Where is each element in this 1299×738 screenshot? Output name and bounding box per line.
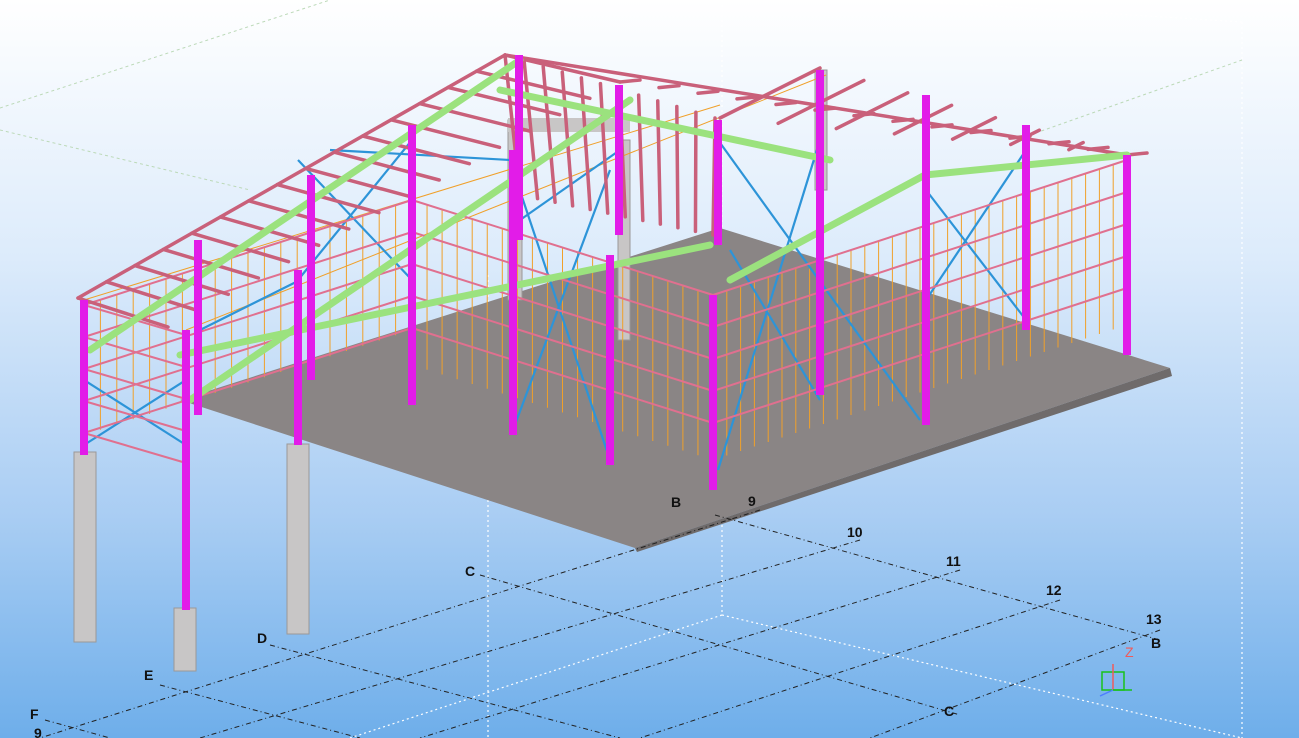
roof-purlin-stub[interactable] — [618, 78, 642, 84]
grid-label-y-c: C — [465, 563, 475, 579]
grid-label-y-d: D — [257, 630, 267, 646]
model-viewport[interactable]: 9 10 11 12 13 B C D E F 9 C B Z — [0, 0, 1299, 738]
roof-purlin-stub[interactable] — [696, 89, 720, 95]
grid-lines — [39, 509, 1161, 738]
roof-purlin[interactable] — [636, 93, 645, 223]
grid-label-bottom-9: 9 — [34, 725, 42, 738]
grid-label-x-10: 10 — [847, 524, 863, 540]
grid-label-y-b: B — [671, 494, 681, 510]
3d-model-scene[interactable]: 9 10 11 12 13 B C D E F 9 C B Z — [0, 0, 1299, 738]
grid-label-x-11: 11 — [946, 553, 961, 569]
roof-purlin[interactable] — [655, 99, 663, 226]
grid-label-y-f: F — [30, 706, 39, 722]
roof-secondary-beam[interactable] — [86, 56, 524, 354]
eave-line[interactable] — [76, 53, 507, 300]
grid-label-x-12: 12 — [1046, 582, 1062, 598]
axis-z-label: Z — [1125, 644, 1134, 660]
grid-label-x-13: 13 — [1146, 611, 1162, 627]
grid-label-x-9: 9 — [748, 493, 756, 509]
grid-label-right-b: B — [1151, 635, 1161, 651]
axis-triad-icon — [1099, 664, 1132, 697]
roof-purlin-stub[interactable] — [735, 95, 759, 101]
grid-label-y-e: E — [144, 667, 153, 683]
grid-label-bottom-c: C — [944, 703, 954, 719]
wall-rail-end[interactable] — [83, 432, 187, 464]
roof-purlin-stub[interactable] — [657, 83, 681, 90]
